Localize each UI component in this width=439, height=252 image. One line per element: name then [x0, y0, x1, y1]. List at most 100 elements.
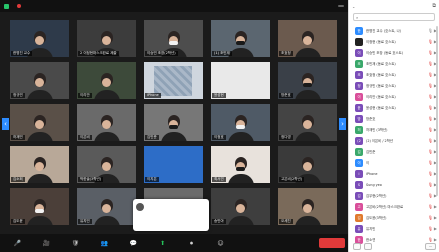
video-tile[interactable]: 한명진 교수 — [10, 20, 69, 57]
face-mask — [236, 41, 245, 46]
chat-notification[interactable] — [133, 199, 209, 231]
next-page-button[interactable]: › — [339, 118, 346, 130]
prev-page-button[interactable]: ‹ — [2, 118, 9, 130]
video-tile[interactable]: 오세진 — [278, 188, 337, 225]
participant-avatar: i — [355, 169, 363, 178]
video-tile[interactable]: 김민준 — [144, 104, 203, 141]
face-mask — [236, 125, 245, 130]
participant-search-input[interactable]: ⌕ — [353, 13, 435, 21]
mic-muted-icon: 🎙 — [427, 182, 433, 187]
participant-row[interactable]: SSung yeo🎙▶ — [349, 179, 439, 190]
participant-name: (2) 이은비 / 2학년 — [366, 139, 393, 143]
participants-button[interactable]: 👥 — [90, 235, 119, 252]
mic-muted-icon: 🎙 — [427, 149, 433, 154]
participant-row[interactable]: 고 고은비(2학년) 마스크완료 🎙▶ — [349, 201, 439, 212]
mic-muted-icon: 🎙 — [427, 72, 433, 77]
video-tile-name: 이정호 — [212, 135, 226, 140]
participant-row[interactable]: 조조민재 (동료 호스트)🎙▶ — [349, 58, 439, 69]
video-tile[interactable]: 정규민 — [10, 62, 69, 99]
meeting-top-bar — [0, 0, 348, 12]
face-mask — [169, 125, 178, 130]
leave-meeting-button[interactable] — [319, 238, 345, 248]
collapse-chevron-icon[interactable]: ⌄ — [352, 4, 355, 9]
face-mask — [303, 83, 312, 88]
mic-muted-icon: 🎙 — [427, 105, 433, 110]
video-tile[interactable]: 김도윤 — [10, 188, 69, 225]
participant-avatar: 고 — [355, 202, 363, 211]
participant-row[interactable]: 이이🎙▶ — [349, 157, 439, 168]
video-tile[interactable]: 이은비 — [77, 104, 136, 141]
video-tile[interactable]: iPhone — [144, 62, 203, 99]
mic-button[interactable]: 🎤 — [3, 235, 32, 252]
more-button[interactable]: ... — [424, 242, 436, 250]
participant-name: 허재민 (3학년) — [366, 128, 388, 132]
video-tile-name: 김민준 — [145, 135, 159, 140]
video-tile[interactable]: 박한솔(3학년) — [77, 146, 136, 183]
participant-row[interactable]: 이정현 (동료 호스트)🎙▶ — [349, 36, 439, 47]
participant-list-scrollbar[interactable] — [436, 26, 438, 196]
participant-row[interactable]: 김 김도윤(3학년) 🎙▶ — [349, 212, 439, 223]
chat-button[interactable]: 💬 — [119, 235, 148, 252]
share-button[interactable]: ⬆ — [148, 235, 177, 252]
video-tile[interactable]: 김소희 — [10, 146, 69, 183]
record-button[interactable]: ⏺ — [177, 235, 206, 252]
video-tile-name: 이리안 — [78, 93, 92, 98]
mic-muted-icon: 🎙 — [427, 116, 433, 121]
participant-name: 김민준 — [366, 150, 376, 154]
video-tile[interactable]: 최서연 — [211, 146, 270, 183]
video-tile[interactable]: 조효정 — [278, 20, 337, 57]
invite-button[interactable] — [353, 242, 361, 250]
video-tile[interactable]: 2 이정현마스크완료 제출 — [77, 20, 136, 57]
participant-row[interactable]: 조조효정 (동료 호스트)🎙▶ — [349, 69, 439, 80]
mute-all-button[interactable] — [364, 242, 372, 250]
view-toggle-button[interactable] — [338, 5, 344, 7]
camera-on-icon: ▶ — [433, 226, 437, 231]
participant-row[interactable]: 이이리안 (동료 호스트)🎙▶ — [349, 91, 439, 102]
video-button[interactable]: 🎥 — [32, 235, 61, 252]
participant-row[interactable]: 이이승민 조장 (동료 호스트)🎙▶ — [349, 47, 439, 58]
mic-muted-icon: 🎙 — [427, 226, 433, 231]
participant-row[interactable]: 김김우현(2학년)🎙▶ — [349, 190, 439, 201]
video-tile[interactable]: 유지민 — [77, 188, 136, 225]
popout-icon[interactable]: ⧉ — [432, 3, 436, 9]
reactions-button[interactable]: ☺ — [206, 235, 235, 252]
video-tile-name: 최서연 — [212, 177, 226, 182]
participant-row[interactable]: 유 유지민 🎙▶ — [349, 223, 439, 234]
video-tile-name: 송민아 — [212, 219, 226, 224]
security-shield-icon[interactable] — [4, 3, 9, 9]
video-tile[interactable]: 송민아 — [211, 188, 270, 225]
participant-row[interactable]: 정정규민 (동료 호스트)🎙▶ — [349, 80, 439, 91]
participant-row[interactable]: 김김민준🎙▶ — [349, 146, 439, 157]
participant-row[interactable]: iiPhone🎙▶ — [349, 168, 439, 179]
participant-name: 김도윤(3학년) — [366, 216, 387, 220]
mic-muted-icon: 🎙 — [427, 204, 433, 209]
participant-row[interactable]: 허허재민 (3학년)🎙▶ — [349, 124, 439, 135]
participant-name: 윤성현 (동료 호스트) — [366, 106, 396, 110]
participant-name: 고은비(2학년) 마스크완료 — [366, 205, 404, 209]
video-tile-name: iPhone — [145, 93, 161, 98]
video-tile[interactable]: 이승민 조장(2학년) — [144, 20, 203, 57]
video-tile[interactable]: 이정호 — [211, 104, 270, 141]
video-tile[interactable]: 고은비(2학년) — [278, 146, 337, 183]
participant-name: 정규민 (동료 호스트) — [366, 84, 396, 88]
video-tile[interactable]: 정다영 — [278, 104, 337, 141]
video-tile[interactable]: 이리안 — [77, 62, 136, 99]
video-tile[interactable]: 이지은 — [144, 146, 203, 183]
mic-muted-icon: 🎙 — [427, 50, 433, 55]
mic-muted-icon: 🎙 — [427, 61, 433, 66]
participant-row[interactable]: 윤윤성현 (동료 호스트)🎙▶ — [349, 102, 439, 113]
video-tile-name: 유지민 — [78, 219, 92, 224]
video-tile-name: 이지은 — [145, 177, 159, 182]
video-tile[interactable]: (1) 조민재 — [211, 20, 270, 57]
video-tile[interactable]: 방준호 — [278, 62, 337, 99]
security-button[interactable]: 🛡 — [61, 235, 90, 252]
participant-row[interactable]: 한한명진 교수 (호스트, 나)🎙▶ — [349, 25, 439, 36]
security-icon: 🛡 — [71, 239, 80, 247]
video-tile[interactable]: 허재민 — [10, 104, 69, 141]
recording-icon — [17, 4, 21, 8]
video-tile[interactable]: 윤성현 — [211, 62, 270, 99]
participant-avatar — [355, 37, 363, 46]
face-mask — [169, 41, 178, 46]
participant-row[interactable]: (2(2) 이은비 / 2학년🎙▶ — [349, 135, 439, 146]
participant-row[interactable]: 방방준호🎙▶ — [349, 113, 439, 124]
